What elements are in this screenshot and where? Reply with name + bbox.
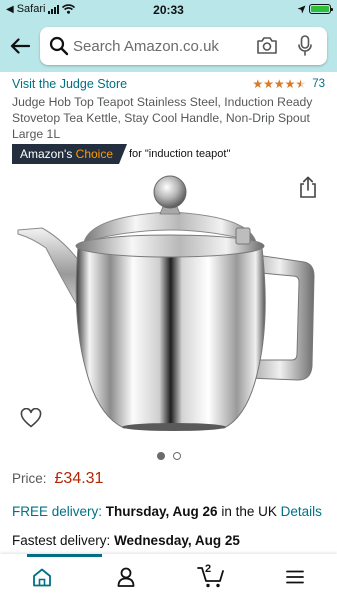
battery-icon xyxy=(309,4,333,14)
back-arrow-icon xyxy=(10,38,30,54)
nav-account[interactable] xyxy=(84,554,168,600)
delivery-details-link[interactable]: Details xyxy=(281,504,322,519)
heart-icon xyxy=(20,407,42,428)
search-icon xyxy=(49,36,69,56)
status-bar: ◀ Safari 20:33 xyxy=(0,0,337,20)
rating-count[interactable]: 73 xyxy=(312,78,325,90)
delivery-date: Thursday, Aug 26 xyxy=(105,504,218,519)
badge-prefix: Amazon's xyxy=(20,147,73,161)
nav-home[interactable] xyxy=(0,554,84,600)
star-rating-icon: ★★★★★ ★★★★★ xyxy=(252,77,307,91)
image-carousel-dots[interactable] xyxy=(0,452,337,460)
cart-count-badge: 2 xyxy=(205,563,212,575)
choice-keyword: for "induction teapot" xyxy=(129,148,231,160)
nav-cart[interactable] xyxy=(169,554,253,600)
status-right xyxy=(297,4,333,14)
rating-summary[interactable]: ★★★★★ ★★★★★ 73 xyxy=(252,77,325,91)
hamburger-menu-icon xyxy=(285,570,304,584)
nav-menu[interactable] xyxy=(253,554,337,600)
store-link[interactable]: Visit the Judge Store xyxy=(12,77,127,91)
fastest-delivery: Fastest delivery: Wednesday, Aug 25 xyxy=(12,533,240,548)
app-header xyxy=(0,20,337,72)
location-arrow-icon xyxy=(297,5,306,13)
amazons-choice-badge: Amazon's Choice xyxy=(12,144,127,164)
delivery-info: FREE delivery: Thursday, Aug 26 in the U… xyxy=(12,504,322,519)
product-title: Judge Hob Top Teapot Stainless Steel, In… xyxy=(12,95,313,142)
account-icon xyxy=(117,567,135,587)
home-icon xyxy=(33,568,52,586)
price-value: £34.31 xyxy=(54,470,104,487)
camera-icon[interactable] xyxy=(256,36,278,55)
share-icon xyxy=(300,176,316,198)
share-button[interactable] xyxy=(299,176,317,203)
price-row: Price: £34.31 xyxy=(12,470,103,488)
fastest-delivery-label: Fastest delivery: xyxy=(12,533,111,548)
microphone-icon[interactable] xyxy=(298,35,312,57)
wishlist-button[interactable] xyxy=(20,407,42,433)
badge-accent: Choice xyxy=(75,147,114,161)
product-image[interactable] xyxy=(12,170,324,450)
status-time: 20:33 xyxy=(153,3,184,17)
search-box[interactable] xyxy=(40,27,327,65)
back-button[interactable] xyxy=(8,35,32,57)
search-input[interactable] xyxy=(73,33,253,59)
free-delivery-label: FREE delivery: xyxy=(12,504,103,519)
price-label: Price: xyxy=(12,471,47,486)
carousel-dot-1[interactable] xyxy=(156,452,165,460)
fastest-delivery-date: Wednesday, Aug 25 xyxy=(114,533,240,548)
carousel-dot-2[interactable] xyxy=(172,452,181,460)
delivery-region: in the UK xyxy=(221,504,277,519)
bottom-nav: 2 xyxy=(0,554,337,600)
